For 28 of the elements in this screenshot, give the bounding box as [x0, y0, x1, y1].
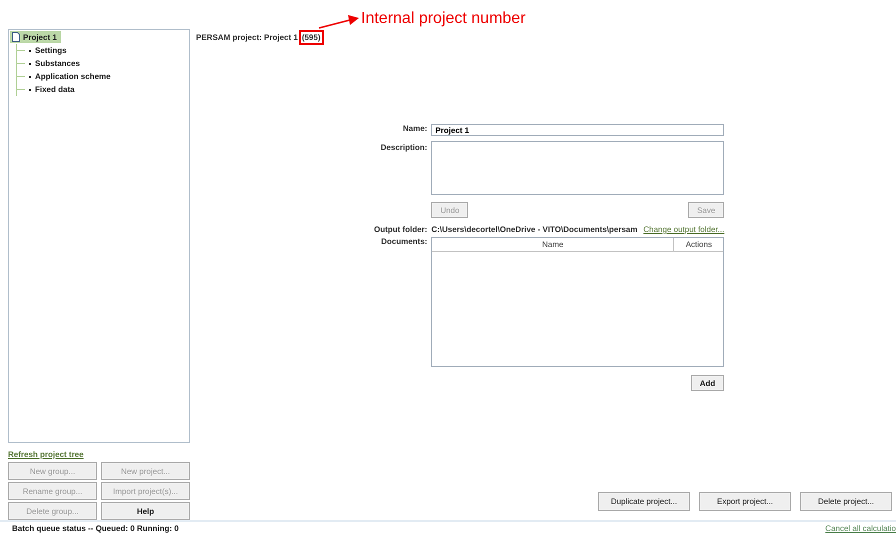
- tree-item[interactable]: Fixed data: [16, 83, 188, 96]
- name-field[interactable]: Project 1: [431, 124, 724, 136]
- output-folder-path: C:\Users\decortel\OneDrive - VITO\Documents\persam: [431, 225, 638, 234]
- tree-item[interactable]: Project 1: [10, 31, 61, 43]
- tree-item[interactable]: Settings: [16, 44, 188, 57]
- description-label: Description:: [380, 143, 428, 154]
- tree-item[interactable]: Substances: [16, 57, 188, 70]
- project-number: (595): [298, 30, 324, 44]
- name-label: Name:: [402, 124, 428, 135]
- annotation-arrow: [318, 14, 360, 30]
- column-header: Actions: [684, 239, 713, 251]
- tree-item[interactable]: Application scheme: [16, 70, 188, 83]
- project-button[interactable]: Help: [101, 502, 190, 520]
- project-action-button[interactable]: Delete project...: [800, 492, 892, 511]
- project-action-button[interactable]: Export project...: [699, 492, 791, 511]
- document-icon: [12, 32, 20, 42]
- add-button[interactable]: Add: [690, 375, 724, 391]
- description-field[interactable]: [431, 141, 724, 195]
- change-folder-link[interactable]: Change output folder...: [643, 225, 724, 234]
- project-title: PERSAM project: Project 1: [196, 32, 298, 42]
- status-text: Batch queue status -- Queued: 0 Running: 0: [12, 524, 179, 533]
- output-folder-label: Output folder:: [374, 225, 428, 234]
- cancel-link[interactable]: Cancel all calculatio: [825, 524, 896, 533]
- documents-label: Documents:: [381, 237, 428, 248]
- column-header: Name: [432, 238, 674, 251]
- annotation-text: Internal project number: [361, 10, 526, 28]
- project-action-button[interactable]: Duplicate project...: [598, 492, 690, 511]
- refresh-link[interactable]: Refresh project tree: [8, 450, 84, 459]
